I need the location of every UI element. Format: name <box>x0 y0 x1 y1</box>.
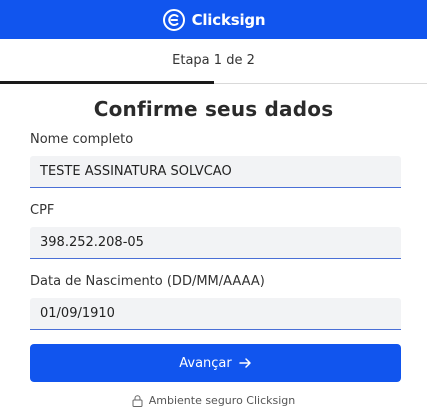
name-label: Nome completo <box>30 132 134 147</box>
secure-note: Ambiente seguro Clicksign <box>30 394 397 407</box>
step-indicator: Etapa 1 de 2 <box>0 39 427 84</box>
data-form: Nome completo TESTE ASSINATURA SOLVCAO C… <box>30 131 401 407</box>
progress-bar <box>0 81 214 84</box>
birthdate-label: Data de Nascimento (DD/MM/AAAA) <box>30 274 265 289</box>
secure-text: Ambiente seguro Clicksign <box>148 394 296 407</box>
brand-name: Clicksign <box>191 10 266 29</box>
brand: Clicksign <box>162 8 266 32</box>
name-field-group: Nome completo TESTE ASSINATURA SOLVCAO <box>30 131 401 188</box>
birthdate-field-group: Data de Nascimento (DD/MM/AAAA) 01/09/19… <box>30 273 401 330</box>
submit-button-label: Avançar <box>179 355 232 371</box>
lock-icon <box>132 394 143 407</box>
clicksign-logo-icon <box>162 8 185 31</box>
cpf-input[interactable]: 398.252.208-05 <box>30 227 401 259</box>
page-title: Confirme seus dados <box>93 97 334 121</box>
step-label: Etapa 1 de 2 <box>172 53 255 68</box>
submit-button[interactable]: Avançar <box>30 344 401 382</box>
arrow-right-icon <box>239 358 251 368</box>
cpf-label: CPF <box>30 203 55 218</box>
cpf-field-group: CPF 398.252.208-05 <box>30 202 401 259</box>
top-bar: Clicksign <box>0 0 427 39</box>
birthdate-input[interactable]: 01/09/1910 <box>30 298 401 330</box>
name-input[interactable]: TESTE ASSINATURA SOLVCAO <box>30 156 401 188</box>
